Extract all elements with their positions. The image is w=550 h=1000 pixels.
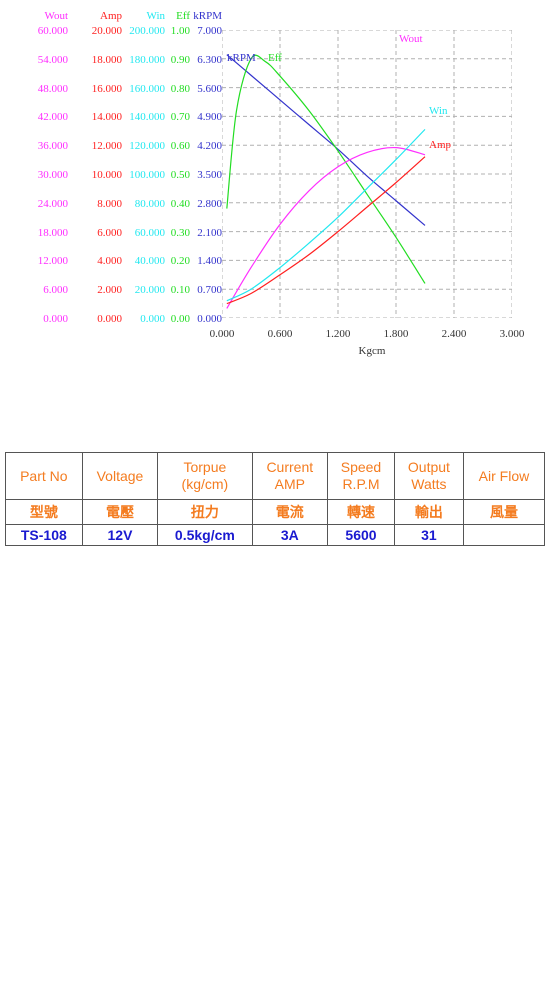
column-header-current: Current AMP [251,452,329,500]
motor-technical-drawing: Ø40 10 71 103 15 Ø3 [0,640,550,940]
axis-tick-krpm: 4.900 [197,111,222,124]
table-row: TS-108 12V 0.5kg/cm 3A 5600 31 [5,524,546,546]
x-tick-label: 1.200 [325,328,351,340]
table-cell: TS-108 [5,524,83,546]
axis-tick-wout: 60.000 [37,25,68,37]
curve-label-eff: Eff [268,52,282,64]
plot-area [222,30,512,318]
gridlines [222,30,512,318]
plot-svg [222,30,512,318]
table-header-row-en: Part No Voltage Torpue (kg/cm) Current AMP Spe… [5,452,546,500]
axis-header-wout: Wout [44,10,68,22]
axis-tick-krpm: 4.200 [197,140,222,153]
curve-label-amp: Amp [429,139,451,151]
axis-tick-krpm: 2.800 [197,197,222,210]
axis-tick-krpm: 3.500 [197,169,222,181]
axis-tick-wout: 30.000 [37,169,68,181]
axis-tick-wout: 12.000 [37,255,68,268]
curves-group [226,54,426,309]
x-tick-label: 2.400 [441,328,467,340]
table-cell: 3A [251,524,329,546]
table-cell [462,524,546,546]
curve-label-krpm: kRPM [227,52,256,64]
axis-tick-wout: 0.000 [43,313,68,325]
column-header-cn: 型號 [5,499,83,525]
table-cell: 0.5kg/cm [157,524,253,546]
curve-eff [226,54,426,284]
axis-header-krpm: kRPM [193,10,222,22]
table-cell: 31 [393,524,464,546]
axis-tick-wout: 48.000 [37,82,68,95]
axis-tick-krpm: 0.000 [197,313,222,325]
column-header-cn: 輸出 [393,499,464,525]
axis-tick-wout: 42.000 [37,111,68,124]
column-header-cn: 電壓 [81,499,159,525]
table-header-row-cn: 型號 電壓 扭力 電流 轉速 輸出 風量 [5,499,546,525]
axis-tick-wout: 6.000 [43,284,68,297]
axis-tick-wout: 24.000 [37,197,68,210]
performance-chart: Wout Amp Win Eff kRPM 60.000 54.000 48.000… [0,0,550,370]
column-header-cn: 電流 [251,499,329,525]
table-cell: 5600 [327,524,395,546]
axis-tick-krpm: 2.100 [197,226,222,239]
axis-tick-wout: 36.000 [37,140,68,153]
curve-label-wout: Wout [399,33,423,45]
axis-tick-wout: 54.000 [37,53,68,66]
axis-tick-krpm: 7.000 [197,25,222,37]
column-header-part-no: Part No [5,452,83,500]
specification-table: Part No Voltage Torpue (kg/cm) Current AMP Spe… [5,452,546,546]
column-header-cn: 轉速 [327,499,395,525]
axis-tick-krpm: 0.700 [197,284,222,297]
drawing-svg: Ø40 10 71 103 15 Ø3 [0,640,550,940]
x-tick-label: 0.600 [267,328,293,340]
axis-tick-krpm: 6.300 [197,53,222,66]
curve-krpm [226,54,426,226]
x-axis-label: Kgcm [358,345,386,357]
column-header-air-flow: Air Flow [462,452,546,500]
column-header-cn: 風量 [462,499,546,525]
curve-amp [226,156,426,305]
x-tick-label: 0.000 [209,328,235,340]
axis-tick-krpm: 5.600 [197,82,222,95]
table-cell: 12V [81,524,159,546]
x-tick-label: 1.800 [383,328,409,340]
curve-label-win: Win [429,105,448,117]
axis-tick-krpm: 1.400 [197,255,222,268]
column-header-cn: 扭力 [157,499,253,525]
column-header-speed: Speed R.P.M [327,452,395,500]
column-header-torpue: Torpue (kg/cm) [157,452,253,500]
axis-tick-wout: 18.000 [37,226,68,239]
x-tick-label: 3.000 [499,328,525,340]
column-header-output: Output Watts [393,452,464,500]
curve-win [226,128,426,302]
column-header-voltage: Voltage [81,452,159,500]
